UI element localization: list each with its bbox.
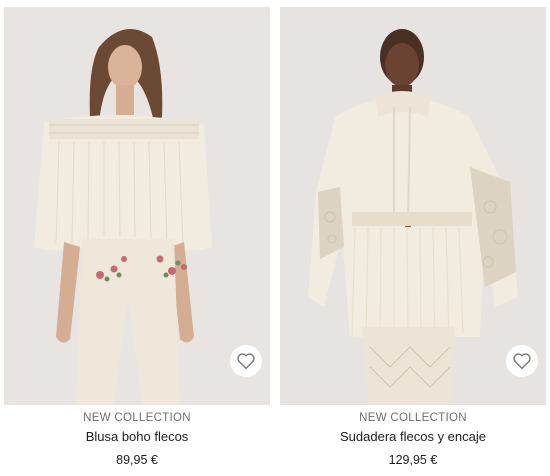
- product-grid: NEW COLLECTION Blusa boho flecos 89,95 €: [0, 0, 550, 476]
- product-info: NEW COLLECTION Sudadera flecos y encaje …: [280, 412, 546, 467]
- product-image[interactable]: [4, 7, 270, 405]
- favorite-button[interactable]: [230, 345, 262, 377]
- product-card[interactable]: NEW COLLECTION Sudadera flecos y encaje …: [280, 7, 546, 467]
- collection-tag: NEW COLLECTION: [359, 412, 467, 424]
- favorite-button[interactable]: [506, 345, 538, 377]
- product-price: 89,95 €: [116, 453, 158, 467]
- product-photo-illustration: [4, 7, 270, 405]
- product-photo-illustration: [280, 7, 546, 405]
- heart-outline-icon: [237, 353, 255, 370]
- product-price: 129,95 €: [388, 453, 438, 467]
- product-info: NEW COLLECTION Blusa boho flecos 89,95 €: [4, 412, 270, 467]
- product-card[interactable]: NEW COLLECTION Blusa boho flecos 89,95 €: [4, 7, 270, 467]
- product-image[interactable]: [280, 7, 546, 405]
- product-name[interactable]: Blusa boho flecos: [4, 429, 270, 444]
- collection-tag: NEW COLLECTION: [83, 412, 191, 424]
- heart-outline-icon: [513, 353, 531, 370]
- product-name[interactable]: Sudadera flecos y encaje: [280, 429, 546, 444]
